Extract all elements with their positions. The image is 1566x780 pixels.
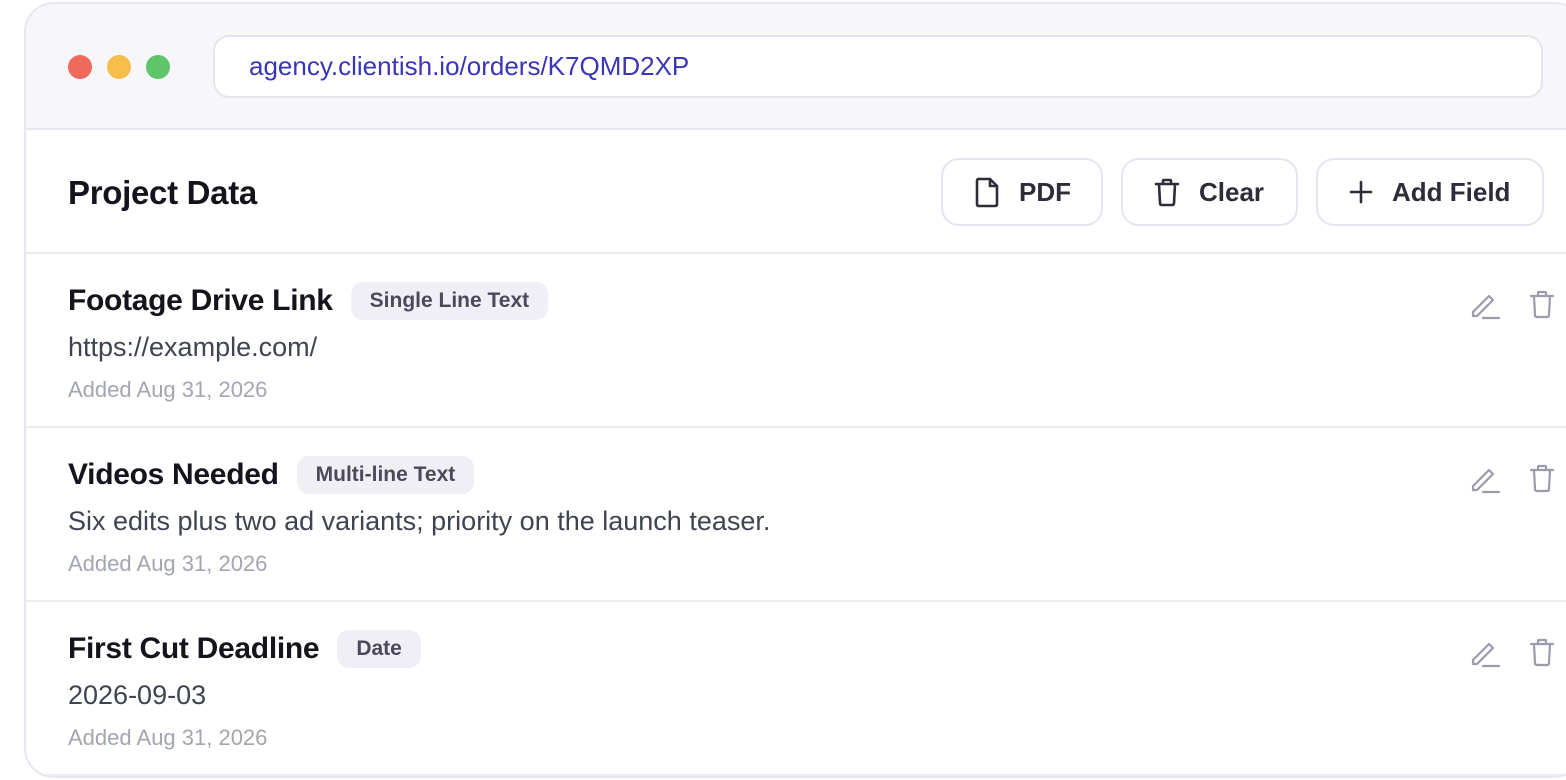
clear-button[interactable]: Clear	[1121, 158, 1298, 226]
field-type-badge: Single Line Text	[350, 282, 549, 320]
delete-field-button[interactable]	[1524, 460, 1560, 496]
pencil-icon	[1471, 642, 1501, 668]
field-added-date: Added Aug 31, 2026	[68, 725, 268, 750]
browser-titlebar: agency.clientish.io/orders/K7QMD2XP	[26, 4, 1566, 130]
pdf-button-label: PDF	[1019, 176, 1071, 207]
field-value: Six edits plus two ad variants; priority…	[68, 506, 771, 536]
field-type-badge: Multi-line Text	[296, 456, 475, 494]
minimize-window-button[interactable]	[107, 55, 131, 79]
maximize-window-button[interactable]	[146, 55, 170, 79]
field-name: Footage Drive Link	[68, 284, 333, 317]
address-bar[interactable]: agency.clientish.io/orders/K7QMD2XP	[213, 35, 1543, 98]
field-row: Footage Drive Link Single Line Text http…	[26, 254, 1566, 428]
file-icon	[975, 177, 999, 208]
fields-list: Footage Drive Link Single Line Text http…	[26, 254, 1566, 776]
field-value: https://example.com/	[68, 332, 318, 362]
field-name: First Cut Deadline	[68, 632, 320, 665]
plus-icon	[1349, 180, 1373, 204]
pencil-icon	[1471, 468, 1501, 494]
page-title: Project Data	[68, 174, 257, 211]
trash-icon	[1154, 178, 1180, 207]
trash-icon	[1529, 290, 1555, 319]
field-added-date: Added Aug 31, 2026	[68, 551, 268, 576]
pdf-button[interactable]: PDF	[941, 158, 1103, 226]
trash-icon	[1529, 464, 1555, 493]
trash-icon	[1529, 638, 1555, 667]
pencil-icon	[1471, 294, 1501, 320]
add-field-button-label: Add Field	[1392, 176, 1511, 207]
edit-field-button[interactable]	[1467, 286, 1503, 322]
add-field-button[interactable]: Add Field	[1316, 158, 1544, 226]
close-window-button[interactable]	[68, 55, 92, 79]
field-added-date: Added Aug 31, 2026	[68, 377, 268, 402]
delete-field-button[interactable]	[1524, 634, 1560, 670]
edit-field-button[interactable]	[1467, 634, 1503, 670]
project-data-header: Project Data PDF Clear Add Field	[26, 130, 1566, 254]
delete-field-button[interactable]	[1524, 286, 1560, 322]
field-value: 2026-09-03	[68, 680, 207, 710]
field-type-badge: Date	[337, 630, 421, 668]
edit-field-button[interactable]	[1467, 460, 1503, 496]
address-bar-url: agency.clientish.io/orders/K7QMD2XP	[249, 51, 690, 81]
browser-window: agency.clientish.io/orders/K7QMD2XP Proj…	[24, 2, 1566, 778]
clear-button-label: Clear	[1199, 176, 1265, 207]
field-name: Videos Needed	[68, 458, 279, 491]
field-row: Videos Needed Multi-line Text Six edits …	[26, 428, 1566, 602]
field-row: First Cut Deadline Date 2026-09-03 Added…	[26, 602, 1566, 776]
